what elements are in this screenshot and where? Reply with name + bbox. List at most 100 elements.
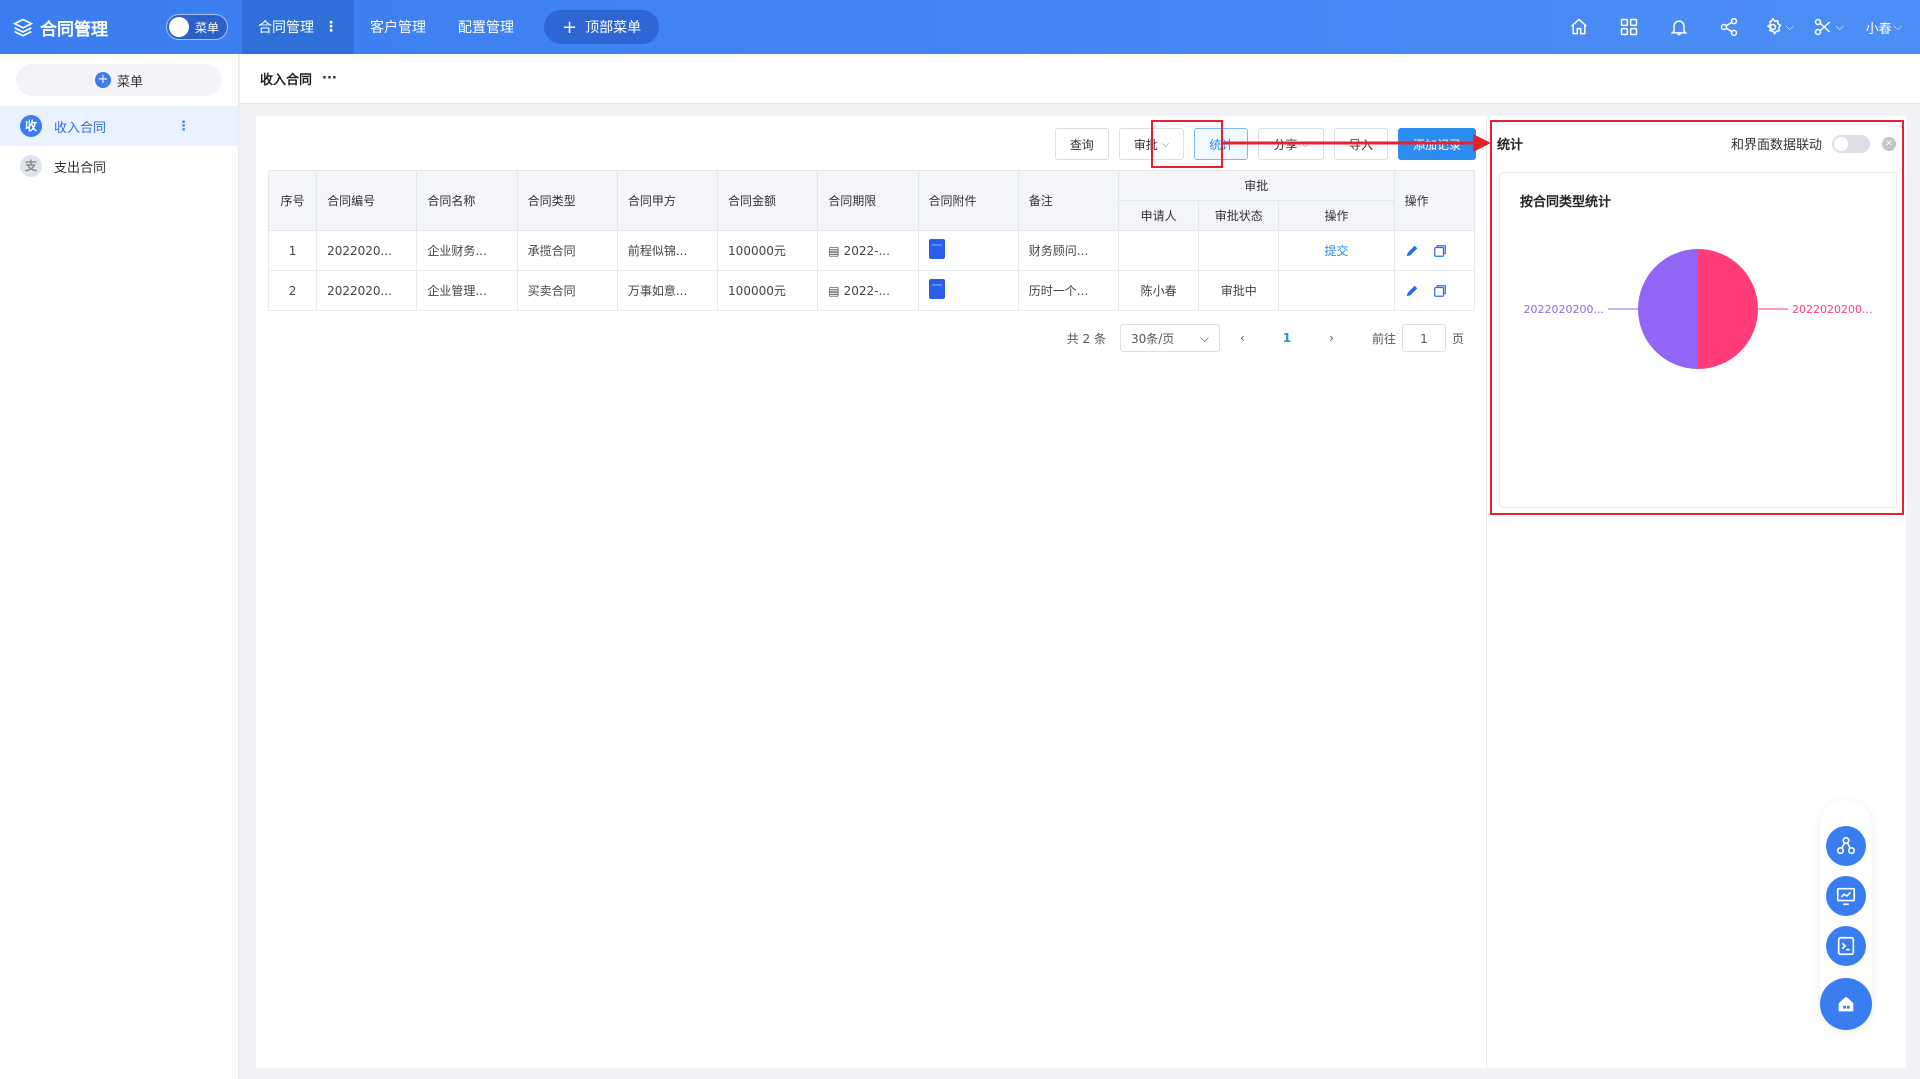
main-content: 查询 审批⌵ 统计 分享⌵ 导入 添加记录 序号 合同编号 合同名称 合同类型 …: [256, 116, 1486, 1068]
sidebar-item-expense-contract[interactable]: 支 支出合同: [0, 146, 238, 186]
left-sidebar: + 菜单 收 收入合同 ⋮ 支 支出合同: [0, 54, 239, 1079]
tab-label: 合同管理: [258, 20, 314, 36]
share-icon[interactable]: [1704, 0, 1754, 54]
annotation-arrow: [1223, 134, 1491, 152]
page-unit-label: 页: [1451, 331, 1464, 346]
cell-name: 企业管理...: [416, 270, 518, 311]
col-attachment: 合同附件: [917, 170, 1019, 231]
top-navbar: 合同管理 菜单 合同管理 ⋮ 客户管理 配置管理 + 顶部菜单 ⌵ ⌵ 小春 ⌵: [0, 0, 1920, 54]
edit-icon[interactable]: [1405, 284, 1419, 298]
goto-label: 前往: [1371, 331, 1396, 346]
col-applicant: 申请人: [1117, 200, 1200, 231]
tab-customer-management[interactable]: 客户管理: [354, 0, 442, 54]
col-status: 审批状态: [1198, 200, 1280, 231]
prev-page-button[interactable]: ‹: [1240, 331, 1245, 345]
breadcrumb: 收入合同 ···: [240, 54, 1920, 104]
breadcrumb-more-button[interactable]: ···: [322, 71, 337, 86]
copy-icon[interactable]: [1433, 284, 1447, 298]
chevron-down-icon: ⌵: [1835, 20, 1844, 33]
cell-type: 承揽合同: [516, 230, 618, 271]
settings-icon[interactable]: ⌵: [1754, 0, 1804, 54]
calendar-icon: ▤: [828, 283, 840, 298]
page-size-value: 30条/页: [1130, 331, 1175, 346]
col-amount: 合同金额: [717, 170, 819, 231]
cell-party-a: 万事如意...: [616, 270, 719, 311]
home-icon[interactable]: [1554, 0, 1604, 54]
floating-toolbar: [1820, 800, 1872, 1030]
col-approval-group: 审批: [1117, 170, 1395, 201]
cell-type: 买卖合同: [516, 270, 618, 311]
cell-remark: 历时一个...: [1017, 270, 1119, 311]
tab-label: 配置管理: [458, 20, 514, 36]
goto-page-input[interactable]: 1: [1401, 324, 1446, 352]
table-row[interactable]: 1 2022020... 企业财务... 承揽合同 前程似锦... 100000…: [267, 230, 1476, 271]
tab-label: 客户管理: [370, 20, 426, 36]
bell-icon[interactable]: [1654, 0, 1704, 54]
user-name: 小春: [1865, 21, 1892, 37]
user-menu[interactable]: 小春 ⌵: [1866, 18, 1902, 37]
sidebar-menu-button[interactable]: + 菜单: [16, 64, 222, 96]
cell-seq: 2: [267, 270, 318, 311]
sidebar-item-label: 支出合同: [54, 160, 107, 176]
cell-code: 2022020...: [316, 230, 418, 271]
tools-icon[interactable]: ⌵: [1804, 0, 1854, 54]
col-period: 合同期限: [817, 170, 919, 231]
col-op: 操作: [1393, 170, 1476, 231]
sidebar-menu-label: 菜单: [116, 74, 143, 90]
pagination-total: 共 2 条: [1066, 331, 1106, 346]
cell-op: [1393, 230, 1476, 271]
calendar-icon: ▤: [828, 243, 840, 258]
dashboard-icon[interactable]: [1826, 876, 1866, 916]
sidebar-item-income-contract[interactable]: 收 收入合同 ⋮: [0, 106, 238, 146]
current-page[interactable]: 1: [1283, 331, 1291, 345]
sidebar-item-badge: 支: [20, 155, 42, 177]
period-value: 2022-...: [843, 283, 890, 298]
query-label: 查询: [1069, 137, 1094, 152]
cell-period: ▤ 2022-...: [817, 270, 919, 311]
cell-attachment: [917, 270, 1019, 311]
query-button[interactable]: 查询: [1054, 128, 1109, 160]
app-title: 合同管理: [40, 19, 108, 40]
menu-toggle-switch[interactable]: 菜单: [166, 14, 228, 40]
cell-remark: 财务顾问...: [1017, 230, 1119, 271]
page-size-select[interactable]: 30条/页 ⌵: [1119, 324, 1220, 352]
cell-applicant: 陈小春: [1117, 270, 1200, 311]
home-building-icon[interactable]: [1820, 978, 1872, 1030]
add-top-menu-button[interactable]: + 顶部菜单: [544, 10, 660, 44]
workflow-icon[interactable]: [1826, 826, 1866, 866]
cell-name: 企业财务...: [416, 230, 518, 271]
plus-circle-icon: +: [94, 72, 111, 88]
cell-period: ▤ 2022-...: [817, 230, 919, 271]
tab-contract-management[interactable]: 合同管理 ⋮: [242, 0, 354, 54]
table-row[interactable]: 2 2022020... 企业管理... 买卖合同 万事如意... 100000…: [267, 270, 1476, 311]
sidebar-item-label: 收入合同: [54, 120, 107, 136]
top-tabs: 合同管理 ⋮ 客户管理 配置管理: [242, 0, 530, 54]
sidebar-item-badge: 收: [20, 115, 42, 137]
plus-icon: +: [562, 16, 578, 38]
cell-status: [1198, 230, 1280, 271]
page-title: 收入合同: [260, 73, 313, 88]
file-icon[interactable]: [928, 239, 945, 259]
cell-approval-op: 提交: [1278, 230, 1395, 271]
col-type: 合同类型: [516, 170, 618, 231]
chevron-down-icon: ⌵: [1199, 330, 1209, 345]
next-page-button[interactable]: ›: [1329, 331, 1334, 345]
apps-icon[interactable]: [1604, 0, 1654, 54]
submit-link[interactable]: 提交: [1324, 244, 1348, 258]
copy-icon[interactable]: [1433, 244, 1447, 258]
top-right-actions: ⌵ ⌵ 小春 ⌵: [1554, 0, 1920, 54]
app-logo[interactable]: 合同管理: [0, 15, 160, 40]
more-vertical-icon[interactable]: ⋮: [324, 19, 338, 35]
terminal-icon[interactable]: [1826, 926, 1866, 966]
edit-icon[interactable]: [1405, 244, 1419, 258]
annotation-box-stats-button: [1151, 120, 1223, 168]
file-icon[interactable]: [928, 279, 945, 299]
add-top-menu-label: 顶部菜单: [585, 20, 642, 36]
menu-toggle-label: 菜单: [195, 20, 220, 35]
more-vertical-icon[interactable]: ⋮: [177, 119, 190, 134]
tab-config-management[interactable]: 配置管理: [442, 0, 530, 54]
contract-table: 序号 合同编号 合同名称 合同类型 合同甲方 合同金额 合同期限 合同附件 备注…: [267, 170, 1476, 311]
col-seq: 序号: [267, 170, 318, 231]
cell-approval-op: [1278, 270, 1395, 311]
cell-party-a: 前程似锦...: [616, 230, 719, 271]
